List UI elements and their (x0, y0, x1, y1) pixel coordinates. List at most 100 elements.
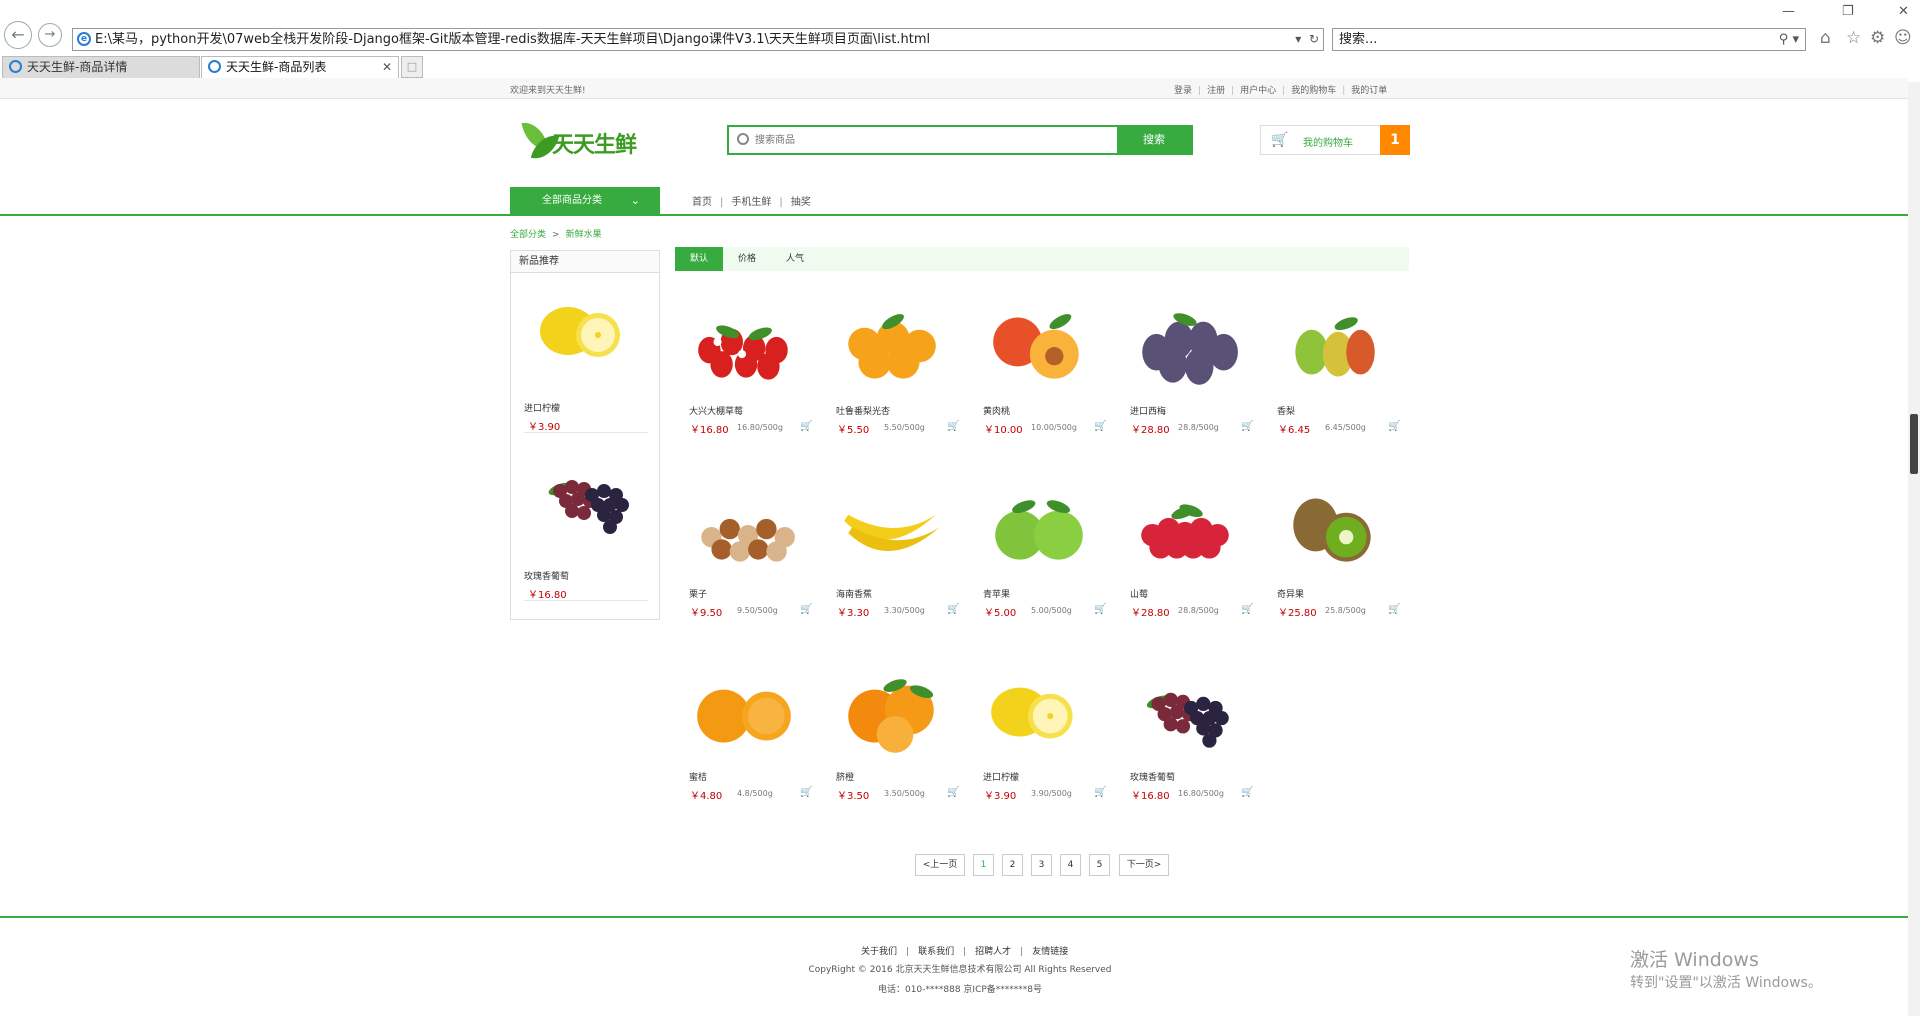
forward-icon[interactable]: → (38, 23, 62, 47)
careers-link[interactable]: 招聘人才 (966, 947, 1020, 957)
product-image[interactable] (834, 660, 948, 760)
product-card[interactable]: 黄肉桃 ￥10.00 10.00/500g 🛒 (971, 288, 1106, 458)
breadcrumb-all[interactable]: 全部分类 (510, 230, 546, 240)
prev-page-button[interactable]: <上一页 (915, 854, 965, 876)
add-to-cart-icon[interactable]: 🛒 (800, 605, 812, 616)
user-center-link[interactable]: 用户中心 (1234, 86, 1282, 96)
address-tools[interactable]: ▾ ↻ (1295, 29, 1319, 50)
register-link[interactable]: 注册 (1201, 86, 1231, 96)
search-icon[interactable]: ⚲ (1779, 32, 1789, 47)
sort-price[interactable]: 价格 (723, 247, 771, 271)
product-name[interactable]: 吐鲁番梨光杏 (836, 404, 890, 417)
add-to-cart-icon[interactable]: 🛒 (1094, 422, 1106, 433)
friend-links[interactable]: 友情链接 (1023, 947, 1077, 957)
add-to-cart-icon[interactable]: 🛒 (1094, 788, 1106, 799)
add-to-cart-icon[interactable]: 🛒 (1241, 605, 1253, 616)
gear-icon[interactable]: ⚙ (1870, 28, 1885, 48)
product-card[interactable]: 青苹果 ￥5.00 5.00/500g 🛒 (971, 471, 1106, 641)
product-card[interactable]: 蜜桔 ￥4.80 4.8/500g 🛒 (677, 654, 812, 824)
site-logo[interactable]: 天天生鲜 (521, 119, 637, 167)
page-5-button[interactable]: 5 (1089, 854, 1110, 876)
product-image[interactable] (981, 294, 1095, 394)
close-window-icon[interactable]: ✕ (1898, 4, 1909, 19)
back-icon[interactable]: ← (4, 21, 32, 49)
product-name[interactable]: 玫瑰香葡萄 (1130, 770, 1175, 783)
add-to-cart-icon[interactable]: 🛒 (1388, 605, 1400, 616)
product-card[interactable]: 奇异果 ￥25.80 25.8/500g 🛒 (1265, 471, 1400, 641)
product-image[interactable] (530, 283, 642, 375)
product-name[interactable]: 海南香蕉 (836, 587, 872, 600)
page-2-button[interactable]: 2 (1002, 854, 1023, 876)
product-card[interactable]: 山莓 ￥28.80 28.8/500g 🛒 (1118, 471, 1253, 641)
product-image[interactable] (1128, 294, 1242, 394)
add-to-cart-icon[interactable]: 🛒 (1388, 422, 1400, 433)
product-name[interactable]: 进口柠檬 (524, 401, 560, 414)
browser-search-field[interactable]: 搜索... ⚲ ▾ (1332, 28, 1806, 51)
add-to-cart-icon[interactable]: 🛒 (947, 422, 959, 433)
product-image[interactable] (981, 477, 1095, 577)
product-image[interactable] (834, 477, 948, 577)
login-link[interactable]: 登录 (1168, 86, 1198, 96)
sort-default[interactable]: 默认 (675, 247, 723, 271)
refresh-icon[interactable]: ↻ (1309, 32, 1319, 46)
about-us-link[interactable]: 关于我们 (852, 947, 906, 957)
contact-us-link[interactable]: 联系我们 (909, 947, 963, 957)
new-product-item[interactable]: 玫瑰香葡萄 ￥16.80 (524, 441, 648, 601)
search-input[interactable] (755, 129, 1075, 151)
add-to-cart-icon[interactable]: 🛒 (947, 605, 959, 616)
page-scrollbar[interactable] (1908, 82, 1920, 1016)
tab-product-list[interactable]: 天天生鲜-商品列表 ✕ (201, 56, 399, 78)
minimize-icon[interactable]: — (1782, 4, 1795, 19)
product-name[interactable]: 青苹果 (983, 587, 1010, 600)
product-name[interactable]: 进口西梅 (1130, 404, 1166, 417)
new-product-item[interactable]: 进口柠檬 ￥3.90 (524, 273, 648, 433)
product-card[interactable]: 进口柠檬 ￥3.90 3.90/500g 🛒 (971, 654, 1106, 824)
product-card[interactable]: 香梨 ￥6.45 6.45/500g 🛒 (1265, 288, 1400, 458)
page-3-button[interactable]: 3 (1031, 854, 1052, 876)
add-to-cart-icon[interactable]: 🛒 (800, 788, 812, 799)
product-card[interactable]: 栗子 ￥9.50 9.50/500g 🛒 (677, 471, 812, 641)
add-to-cart-icon[interactable]: 🛒 (947, 788, 959, 799)
product-card[interactable]: 进口西梅 ￥28.80 28.8/500g 🛒 (1118, 288, 1253, 458)
restore-icon[interactable]: ❐ (1842, 4, 1854, 19)
scrollbar-thumb[interactable] (1910, 414, 1918, 474)
all-categories-button[interactable]: 全部商品分类 ⌄ (510, 187, 660, 215)
product-image[interactable] (687, 477, 801, 577)
product-image[interactable] (530, 451, 642, 543)
sort-popularity[interactable]: 人气 (771, 247, 819, 271)
product-name[interactable]: 脐橙 (836, 770, 854, 783)
breadcrumb-current[interactable]: 新鲜水果 (566, 230, 602, 240)
nav-lottery[interactable]: 抽奖 (783, 197, 819, 208)
page-4-button[interactable]: 4 (1060, 854, 1081, 876)
nav-home[interactable]: 首页 (684, 197, 720, 208)
product-name[interactable]: 黄肉桃 (983, 404, 1010, 417)
product-image[interactable] (687, 660, 801, 760)
product-card[interactable]: 大兴大棚草莓 ￥16.80 16.80/500g 🛒 (677, 288, 812, 458)
address-bar[interactable]: e E:\某马，python开发\07web全栈开发阶段-Django框架-Gi… (72, 28, 1324, 51)
product-card[interactable]: 海南香蕉 ￥3.30 3.30/500g 🛒 (824, 471, 959, 641)
my-orders-link[interactable]: 我的订单 (1345, 86, 1393, 96)
add-to-cart-icon[interactable]: 🛒 (800, 422, 812, 433)
product-image[interactable] (834, 294, 948, 394)
dropdown-icon[interactable]: ▾ (1792, 32, 1799, 47)
nav-mobile-fresh[interactable]: 手机生鲜 (723, 197, 779, 208)
product-image[interactable] (1128, 477, 1242, 577)
tab-product-detail[interactable]: 天天生鲜-商品详情 (2, 56, 200, 78)
close-tab-icon[interactable]: ✕ (382, 57, 392, 77)
page-1-button[interactable]: 1 (973, 854, 994, 876)
product-name[interactable]: 蜜桔 (689, 770, 707, 783)
product-image[interactable] (687, 294, 801, 394)
add-to-cart-icon[interactable]: 🛒 (1094, 605, 1106, 616)
new-tab-button[interactable]: □ (401, 56, 423, 78)
product-name[interactable]: 进口柠檬 (983, 770, 1019, 783)
product-card[interactable]: 脐橙 ￥3.50 3.50/500g 🛒 (824, 654, 959, 824)
product-image[interactable] (981, 660, 1095, 760)
product-name[interactable]: 香梨 (1277, 404, 1295, 417)
add-to-cart-icon[interactable]: 🛒 (1241, 788, 1253, 799)
favorites-star-icon[interactable]: ☆ (1846, 28, 1861, 48)
next-page-button[interactable]: 下一页> (1119, 854, 1169, 876)
product-name[interactable]: 栗子 (689, 587, 707, 600)
my-cart-link[interactable]: 我的购物车 (1285, 86, 1342, 96)
product-image[interactable] (1275, 294, 1389, 394)
dropdown-icon[interactable]: ▾ (1295, 32, 1301, 46)
